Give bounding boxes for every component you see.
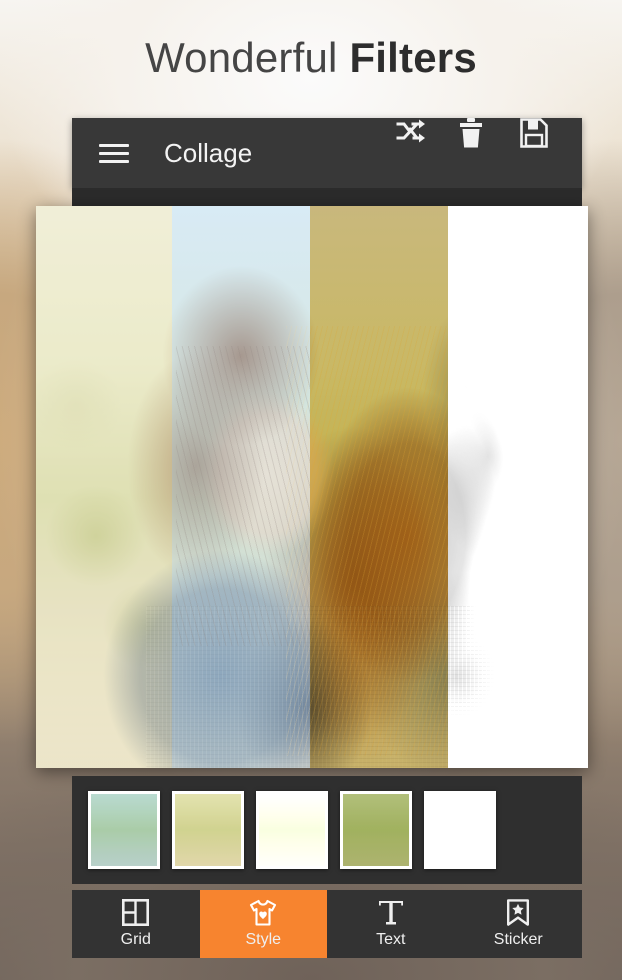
nav-label: Sticker (493, 931, 543, 948)
promo-headline: Wonderful Filters (0, 34, 622, 82)
hamburger-menu-button[interactable] (86, 118, 142, 188)
nav-label: Text (376, 931, 406, 948)
grid-icon (122, 899, 150, 926)
nav-item-sticker[interactable]: Sticker (455, 890, 583, 958)
floppy-save-icon (520, 118, 582, 148)
trash-icon (458, 118, 520, 148)
bottom-navigation: Grid Style Text Sticker (72, 890, 582, 958)
shuffle-icon (396, 118, 458, 144)
toolbar-title: Collage (164, 137, 253, 168)
collage-canvas[interactable] (36, 206, 588, 768)
filter-band-cream-warm[interactable] (36, 206, 172, 768)
app-screenshot: Collage Grid Style Text Sticker (36, 118, 588, 958)
filter-thumbnail-strip[interactable] (72, 776, 582, 884)
save-button[interactable] (520, 118, 582, 188)
filter-thumbnail[interactable] (340, 791, 412, 869)
nav-label: Grid (120, 931, 151, 948)
nav-label: Style (245, 931, 282, 948)
hamburger-menu-icon (99, 139, 129, 168)
headline-bold-word: Filters (349, 34, 477, 81)
shuffle-button[interactable] (396, 118, 458, 188)
bookmark-star-icon (506, 899, 530, 926)
filter-thumbnail[interactable] (424, 791, 496, 869)
headline-light-word: Wonderful (145, 34, 338, 81)
filter-band-cool-blue[interactable] (172, 206, 310, 768)
tshirt-icon (248, 899, 278, 926)
filter-thumbnail[interactable] (172, 791, 244, 869)
delete-button[interactable] (458, 118, 520, 188)
nav-item-grid[interactable]: Grid (72, 890, 200, 958)
filter-band-black-white[interactable] (448, 206, 588, 768)
text-t-icon (377, 899, 405, 926)
filter-thumbnail[interactable] (256, 791, 328, 869)
filter-band-olive-vintage[interactable] (310, 206, 448, 768)
nav-item-style[interactable]: Style (199, 890, 327, 958)
nav-item-text[interactable]: Text (327, 890, 455, 958)
filter-thumbnail[interactable] (88, 791, 160, 869)
app-toolbar: Collage (72, 118, 582, 188)
